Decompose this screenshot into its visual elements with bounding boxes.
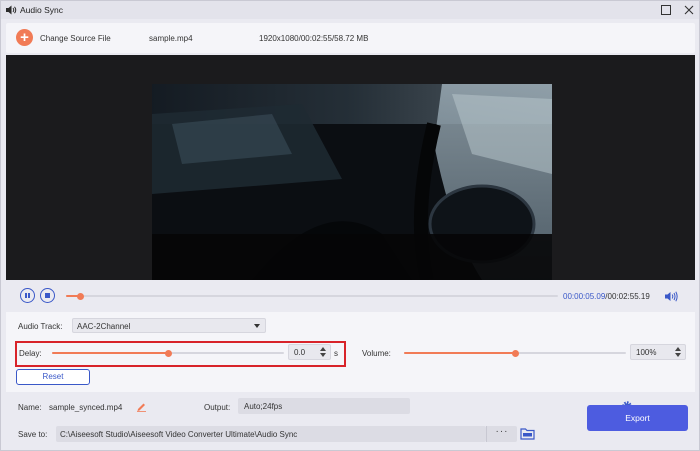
- volume-slider-fill: [404, 352, 515, 354]
- add-icon[interactable]: +: [16, 29, 33, 46]
- time-readout: 00:00:05.09/00:02:55.19: [563, 292, 650, 301]
- stop-icon[interactable]: [40, 288, 55, 303]
- increment-icon[interactable]: [320, 347, 326, 351]
- edit-icon[interactable]: [136, 401, 147, 412]
- audio-settings-panel: Audio Track: AAC-2Channel Delay: 0.0 s V…: [6, 312, 695, 392]
- output-label: Output:: [204, 403, 231, 412]
- volume-stepper[interactable]: [675, 347, 682, 358]
- window-title: Audio Sync: [20, 5, 63, 15]
- total-time: 00:02:55.19: [607, 292, 650, 301]
- volume-slider-thumb[interactable]: [511, 349, 519, 357]
- audio-sync-app-icon: [6, 5, 17, 15]
- maximize-icon[interactable]: [660, 4, 672, 16]
- source-file-info: 1920x1080/00:02:55/58.72 MB: [259, 34, 369, 43]
- source-file-bar: + Change Source File sample.mp4 1920x108…: [6, 23, 695, 53]
- close-icon[interactable]: [683, 4, 695, 16]
- volume-icon[interactable]: [665, 291, 678, 302]
- folder-icon[interactable]: [520, 427, 535, 440]
- increment-icon[interactable]: [675, 347, 681, 351]
- decrement-icon[interactable]: [320, 353, 326, 357]
- audio-track-value: AAC-2Channel: [77, 322, 131, 331]
- playback-bar: 00:00:05.09/00:02:55.19: [6, 283, 695, 311]
- decrement-icon[interactable]: [675, 353, 681, 357]
- volume-slider[interactable]: [404, 349, 626, 357]
- delay-slider-fill: [52, 352, 168, 354]
- reset-button[interactable]: Reset: [16, 369, 90, 385]
- current-time: 00:00:05.09: [563, 292, 606, 301]
- delay-stepper[interactable]: [320, 347, 327, 358]
- delay-label: Delay:: [19, 349, 42, 358]
- delay-input[interactable]: 0.0: [288, 344, 331, 360]
- video-frame: [152, 84, 552, 280]
- output-format-field[interactable]: Auto;24fps: [238, 398, 632, 414]
- save-path-field[interactable]: C:\Aiseesoft Studio\Aiseesoft Video Conv…: [56, 426, 486, 442]
- output-format-value: Auto;24fps: [244, 402, 283, 411]
- delay-slider-thumb[interactable]: [164, 349, 172, 357]
- change-source-file-button[interactable]: Change Source File: [40, 34, 111, 43]
- audio-track-select[interactable]: AAC-2Channel: [72, 318, 266, 333]
- export-button[interactable]: Export: [587, 405, 688, 431]
- output-panel: Name: sample_synced.mp4 Output: Auto;24f…: [6, 392, 695, 448]
- delay-value: 0.0: [294, 348, 306, 357]
- delay-unit: s: [334, 349, 338, 358]
- volume-input[interactable]: 100%: [630, 344, 686, 360]
- source-file-name: sample.mp4: [149, 34, 193, 43]
- playback-progress-thumb[interactable]: [76, 292, 84, 300]
- save-path-value: C:\Aiseesoft Studio\Aiseesoft Video Conv…: [60, 430, 298, 439]
- title-bar: Audio Sync: [1, 1, 699, 19]
- audio-sync-window: Audio Sync + Change Source File sample.m…: [0, 0, 700, 451]
- dropdown-caret-icon: [254, 324, 260, 328]
- name-label: Name:: [18, 403, 42, 412]
- volume-value: 100%: [636, 348, 657, 357]
- pause-icon[interactable]: [20, 288, 35, 303]
- playback-progress-slider[interactable]: [66, 292, 558, 300]
- volume-label: Volume:: [362, 349, 391, 358]
- delay-slider[interactable]: [52, 349, 284, 357]
- video-preview-area: [6, 55, 695, 280]
- browse-more-button[interactable]: ···: [486, 426, 517, 442]
- output-file-name: sample_synced.mp4: [49, 403, 123, 412]
- save-to-label: Save to:: [18, 430, 48, 439]
- audio-track-label: Audio Track:: [18, 322, 63, 331]
